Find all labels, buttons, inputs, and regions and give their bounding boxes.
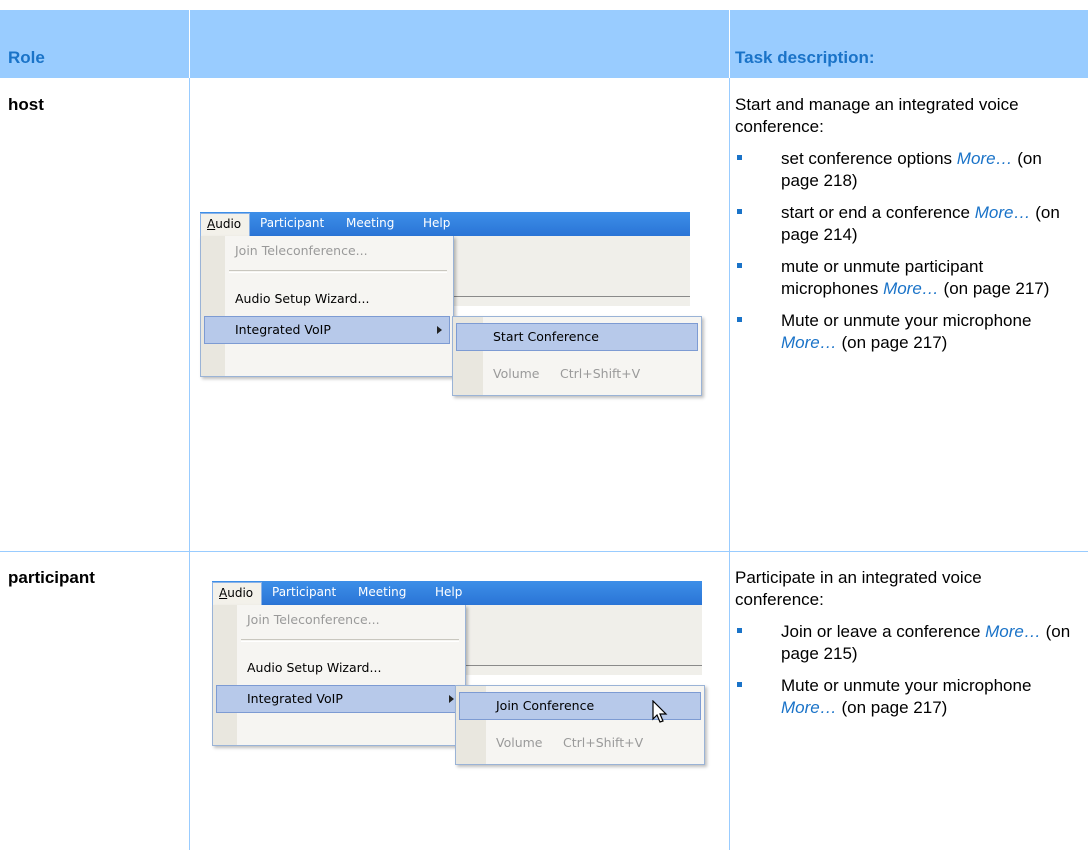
menu-gutter — [201, 236, 225, 376]
column-divider — [729, 78, 730, 850]
bullet-icon — [737, 317, 742, 322]
participant-task-intro: Participate in an integrated voice confe… — [735, 568, 982, 609]
submenu-item-volume[interactable]: Volume — [496, 735, 543, 750]
list-item: mute or unmute participant microphones M… — [735, 256, 1075, 300]
participant-task-list: Join or leave a conference More… (on pag… — [735, 621, 1075, 719]
menu-help[interactable]: Help — [423, 216, 450, 230]
more-link[interactable]: More… — [883, 279, 939, 298]
menu-separator — [229, 270, 447, 271]
menu-item-integrated-voip-label: Integrated VoIP — [235, 322, 331, 337]
menu-item-integrated-voip-label: Integrated VoIP — [247, 691, 343, 706]
menu-participant[interactable]: Participant — [260, 216, 324, 230]
menu-item-join-teleconference[interactable]: Join Teleconference... — [247, 612, 380, 627]
submenu-item-start-conference-label: Start Conference — [493, 329, 599, 344]
participant-task-description: Participate in an integrated voice confe… — [735, 567, 1075, 729]
table-header — [0, 10, 1088, 78]
submenu-arrow-icon — [449, 695, 454, 703]
list-item: Join or leave a conference More… (on pag… — [735, 621, 1075, 665]
window-divider — [452, 296, 690, 297]
list-item: Mute or unmute your microphone More… (on… — [735, 675, 1075, 719]
list-item: Mute or unmute your microphone More… (on… — [735, 310, 1075, 354]
menu-participant[interactable]: Participant — [272, 585, 336, 599]
bullet-icon — [737, 263, 742, 268]
bullet-icon — [737, 155, 742, 160]
menu-separator — [241, 639, 459, 640]
audio-dropdown: Join Teleconference... Audio Setup Wizar… — [200, 236, 454, 377]
bullet-icon — [737, 682, 742, 687]
row-divider — [0, 551, 1088, 552]
column-divider — [189, 78, 190, 850]
menu-meeting[interactable]: Meeting — [346, 216, 394, 230]
window-divider — [464, 665, 702, 666]
host-task-description: Start and manage an integrated voice con… — [735, 94, 1075, 364]
more-link[interactable]: More… — [781, 333, 837, 352]
menubar: Audio Participant Meeting Help — [200, 212, 690, 236]
menu-audio[interactable]: Audio — [212, 582, 263, 605]
voip-submenu: Join Conference Volume Ctrl+Shift+V — [455, 685, 705, 765]
more-link[interactable]: More… — [957, 149, 1013, 168]
host-task-intro: Start and manage an integrated voice con… — [735, 95, 1019, 136]
bullet-icon — [737, 628, 742, 633]
role-column-header: Role — [8, 48, 45, 67]
participant-menu-screenshot: Audio Participant Meeting Help Join Tele… — [212, 581, 705, 781]
task-column-header: Task description: — [735, 48, 875, 67]
menu-separator-light — [229, 272, 447, 273]
volume-shortcut: Ctrl+Shift+V — [563, 735, 644, 750]
host-menu-screenshot: Audio Participant Meeting Help Join Tele… — [200, 212, 702, 412]
menu-item-audio-setup-wizard[interactable]: Audio Setup Wizard... — [235, 291, 369, 306]
more-link[interactable]: More… — [985, 622, 1041, 641]
submenu-item-volume[interactable]: Volume — [493, 366, 540, 381]
bullet-icon — [737, 209, 742, 214]
menu-gutter — [213, 605, 237, 745]
host-task-list: set conference options More… (on page 21… — [735, 148, 1075, 354]
role-host: host — [8, 95, 44, 114]
volume-shortcut: Ctrl+Shift+V — [560, 366, 641, 381]
menubar: Audio Participant Meeting Help — [212, 581, 702, 605]
header-divider — [729, 10, 730, 78]
menu-separator-light — [241, 641, 459, 642]
menu-item-audio-setup-wizard[interactable]: Audio Setup Wizard... — [247, 660, 381, 675]
mouse-pointer-icon — [652, 700, 668, 723]
menu-meeting[interactable]: Meeting — [358, 585, 406, 599]
menu-help[interactable]: Help — [435, 585, 462, 599]
role-participant: participant — [8, 568, 95, 587]
submenu-arrow-icon — [437, 326, 442, 334]
list-item: set conference options More… (on page 21… — [735, 148, 1075, 192]
more-link[interactable]: More… — [975, 203, 1031, 222]
voip-submenu: Start Conference Volume Ctrl+Shift+V — [452, 316, 702, 396]
audio-dropdown: Join Teleconference... Audio Setup Wizar… — [212, 605, 466, 746]
menu-audio[interactable]: Audio — [200, 213, 251, 236]
menu-item-join-teleconference[interactable]: Join Teleconference... — [235, 243, 368, 258]
submenu-item-join-conference-label: Join Conference — [496, 698, 595, 713]
header-divider — [189, 10, 190, 78]
more-link[interactable]: More… — [781, 698, 837, 717]
list-item: start or end a conference More… (on page… — [735, 202, 1075, 246]
